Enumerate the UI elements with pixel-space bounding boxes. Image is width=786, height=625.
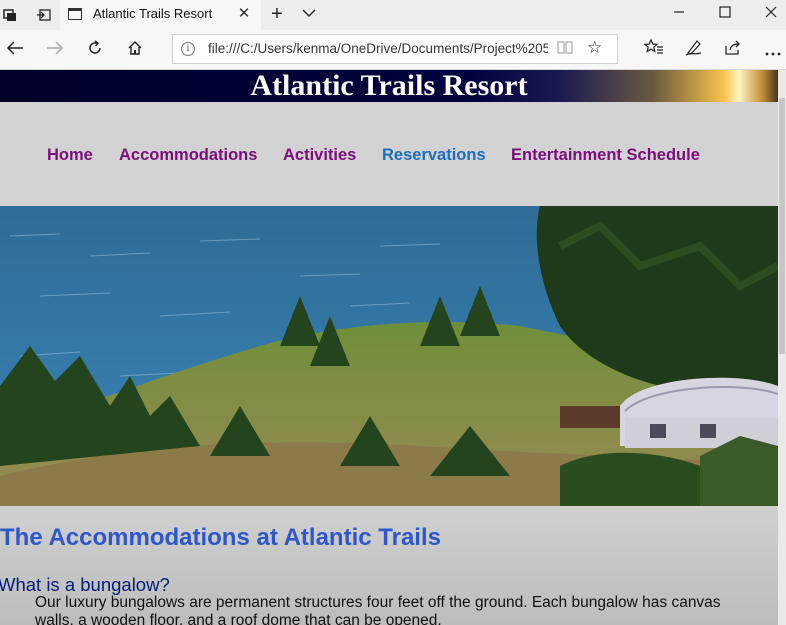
tab-active[interactable]: Atlantic Trails Resort ✕ <box>60 0 261 30</box>
maximize-icon[interactable] <box>710 4 740 26</box>
refresh-icon[interactable] <box>83 38 107 62</box>
site-banner: Atlantic Trails Resort <box>0 70 778 102</box>
favorites-list-icon[interactable] <box>642 38 666 62</box>
address-bar[interactable]: i file:///C:/Users/kenma/OneDrive/Docume… <box>172 34 618 64</box>
forward-arrow-icon[interactable] <box>43 38 67 62</box>
accommodations-section: The Accommodations at Atlantic Trails Wh… <box>0 506 778 625</box>
url-text[interactable]: file:///C:/Users/kenma/OneDrive/Document… <box>208 41 548 56</box>
minimize-icon[interactable] <box>664 4 694 26</box>
page-icon <box>68 8 82 20</box>
page-heading: The Accommodations at Atlantic Trails <box>0 524 441 551</box>
address-toolbar: i file:///C:/Users/kenma/OneDrive/Docume… <box>0 30 786 70</box>
tab-bar: Atlantic Trails Resort ✕ + <box>0 0 786 30</box>
site-nav: Home Accommodations Activities Reservati… <box>0 102 778 206</box>
favorite-star-icon[interactable]: ☆ <box>587 38 602 58</box>
scrollbar-thumb[interactable] <box>779 98 785 354</box>
share-icon[interactable] <box>721 38 745 62</box>
page-scrollbar[interactable] <box>778 70 786 625</box>
section-subheading: What is a bungalow? <box>0 574 170 595</box>
hero-image <box>0 206 778 506</box>
close-window-icon[interactable] <box>756 4 786 26</box>
reading-view-icon[interactable] <box>557 40 573 57</box>
set-aside-tabs-icon[interactable] <box>34 5 54 25</box>
pen-icon[interactable] <box>682 38 706 62</box>
nav-link-activities[interactable]: Activities <box>283 146 356 165</box>
home-icon[interactable] <box>123 38 147 62</box>
back-arrow-icon[interactable] <box>3 38 27 62</box>
chevron-down-icon[interactable] <box>294 4 324 26</box>
tab-title: Atlantic Trails Resort <box>93 6 213 21</box>
nav-link-accommodations[interactable]: Accommodations <box>119 146 257 165</box>
new-tab-icon[interactable]: + <box>262 4 292 26</box>
tab-close-icon[interactable]: ✕ <box>236 4 252 24</box>
page-viewport: Atlantic Trails Resort Home Accommodatio… <box>0 70 778 625</box>
more-menu-icon[interactable] <box>761 38 785 62</box>
tab-manager-icon[interactable] <box>0 5 20 25</box>
bungalow-description: Our luxury bungalows are permanent struc… <box>35 594 721 625</box>
nav-link-reservations[interactable]: Reservations <box>382 146 486 165</box>
info-icon[interactable]: i <box>181 42 195 56</box>
site-title: Atlantic Trails Resort <box>250 70 528 102</box>
nav-link-entertainment-schedule[interactable]: Entertainment Schedule <box>511 146 700 165</box>
nav-link-home[interactable]: Home <box>47 146 93 165</box>
